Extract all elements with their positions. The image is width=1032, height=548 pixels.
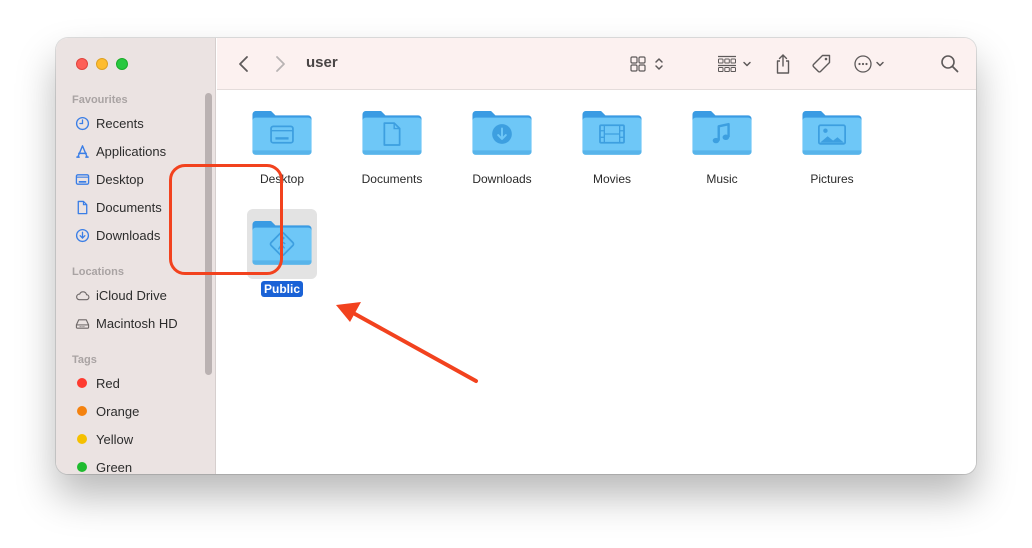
document-icon [74,199,90,215]
tag-color-dot [77,462,87,472]
window-controls [76,58,128,70]
sidebar-item-applications[interactable]: Applications [74,140,166,162]
sidebar-item-label: Documents [96,199,162,215]
sidebar-section-favourites: Favourites [72,94,128,106]
sidebar-item-downloads[interactable]: Downloads [74,224,160,246]
sidebar-item-label: Red [96,375,120,391]
sidebar-tag-green[interactable]: Green [74,456,132,474]
sidebar-item-label: Green [96,459,133,475]
folder-downloads[interactable]: Downloads [452,99,552,188]
folder-icon [797,99,867,169]
tag-icon [812,54,831,73]
download-icon [74,227,90,243]
folder-label: Documents [361,172,423,186]
folder-grid: Desktop Documents Downloads Movies Music Pict… [217,91,976,474]
clock-icon [74,115,90,131]
sidebar-item-macintosh-hd[interactable]: Macintosh HD [74,312,178,334]
forward-icon [276,56,285,72]
minimize-button[interactable] [96,58,108,70]
folder-icon [687,99,757,169]
folder-music[interactable]: Music [672,99,772,188]
folder-icon [467,99,537,169]
sidebar-item-label: iCloud Drive [96,287,167,303]
sidebar-item-icloud-drive[interactable]: iCloud Drive [74,284,167,306]
share-icon [776,54,790,74]
folder-label: Downloads [472,172,532,186]
sidebar-tag-orange[interactable]: Orange [74,400,139,422]
sidebar-section-tags: Tags [72,354,97,366]
back-button[interactable] [237,52,251,76]
folder-label: Desktop [259,172,305,186]
folder-label: Movies [592,172,631,186]
window-title: user [306,54,338,71]
share-button[interactable] [773,52,793,76]
group-button[interactable] [717,52,757,76]
tag-button[interactable] [811,52,833,76]
tag-color-dot [77,434,87,444]
close-button[interactable] [76,58,88,70]
tag-color-dot [77,378,87,388]
sidebar-tag-red[interactable]: Red [74,372,120,394]
folder-documents[interactable]: Documents [342,99,442,188]
folder-icon [247,99,317,169]
folder-label: Public [260,281,303,297]
folder-desktop[interactable]: Desktop [232,99,332,188]
sidebar-item-label: Macintosh HD [96,315,178,331]
more-icon [854,55,884,73]
folder-icon [577,99,647,169]
cloud-icon [74,287,90,303]
toolbar: user [217,38,976,90]
folder-public[interactable]: Public [232,209,332,298]
folder-icon [357,99,427,169]
sidebar-scrollbar[interactable] [205,93,212,375]
search-button[interactable] [939,52,961,76]
folder-movies[interactable]: Movies [562,99,662,188]
search-icon [941,55,959,73]
sidebar-item-label: Recents [96,115,144,131]
sidebar-item-label: Orange [96,403,140,419]
folder-icon [247,209,317,279]
folder-label: Pictures [810,172,854,186]
sidebar: Favourites Recents Applications Desktop … [56,38,216,474]
sidebar-item-documents[interactable]: Documents [74,196,162,218]
sidebar-item-label: Yellow [96,431,134,447]
forward-button[interactable] [273,52,287,76]
icon-view-icon [630,56,663,72]
sidebar-item-label: Desktop [96,171,144,187]
sidebar-item-desktop[interactable]: Desktop [74,168,144,190]
sidebar-section-locations: Locations [72,266,124,278]
hard-drive-icon [74,315,90,331]
sidebar-tag-yellow[interactable]: Yellow [74,428,133,450]
tag-color-dot [77,406,87,416]
desktop-icon [74,171,90,187]
sidebar-item-label: Downloads [96,227,161,243]
applications-icon [74,143,90,159]
group-icon [718,55,751,72]
maximize-button[interactable] [116,58,128,70]
view-mode-button[interactable] [629,52,669,76]
sidebar-item-recents[interactable]: Recents [74,112,144,134]
sidebar-item-label: Applications [96,143,167,159]
more-actions-button[interactable] [853,52,889,76]
folder-label: Music [706,172,738,186]
folder-pictures[interactable]: Pictures [782,99,882,188]
finder-window: Favourites Recents Applications Desktop … [56,38,976,474]
back-icon [239,56,248,72]
